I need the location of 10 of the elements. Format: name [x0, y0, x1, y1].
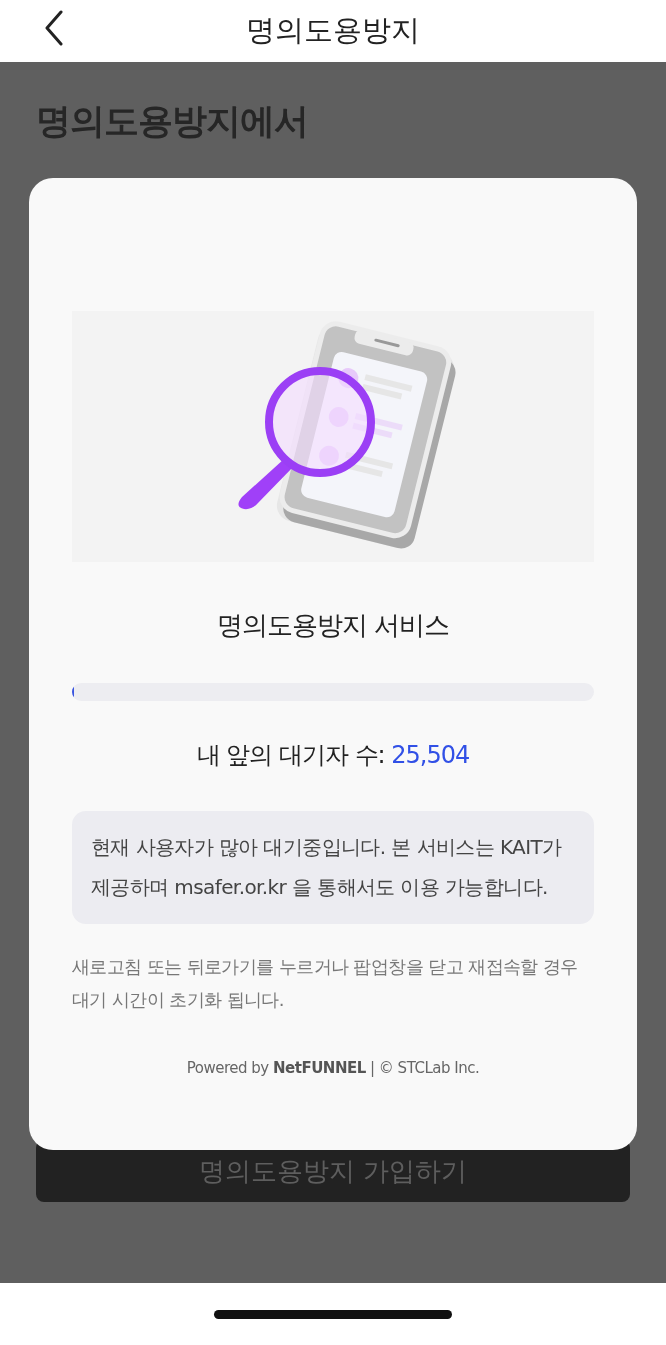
powered-by-text: Powered by NetFUNNEL | © STCLab Inc. [185, 1059, 481, 1077]
service-title: 명의도용방지 서비스 [215, 609, 451, 642]
headline: 명의도용방지에서 [36, 100, 309, 143]
queue-label: 내 앞의 대기자 수: [196, 741, 385, 769]
waiting-message: 현재 사용자가 많아 대기중입니다. 본 서비스는 KAIT가 제공하며 msafer.or.kr 을 통해서도 이용 가능합니다. [91, 834, 563, 901]
page-title: 명의도용방지 [246, 12, 420, 49]
queue-count: 25,504 [391, 741, 470, 769]
back-icon[interactable] [44, 10, 64, 46]
home-indicator[interactable] [214, 1309, 452, 1319]
notice-text: 새로고침 또는 뒤로가기를 누르거나 팝업창을 닫고 재접속할 경우 대기 시간이 초기화 됩니다. [72, 955, 579, 1012]
